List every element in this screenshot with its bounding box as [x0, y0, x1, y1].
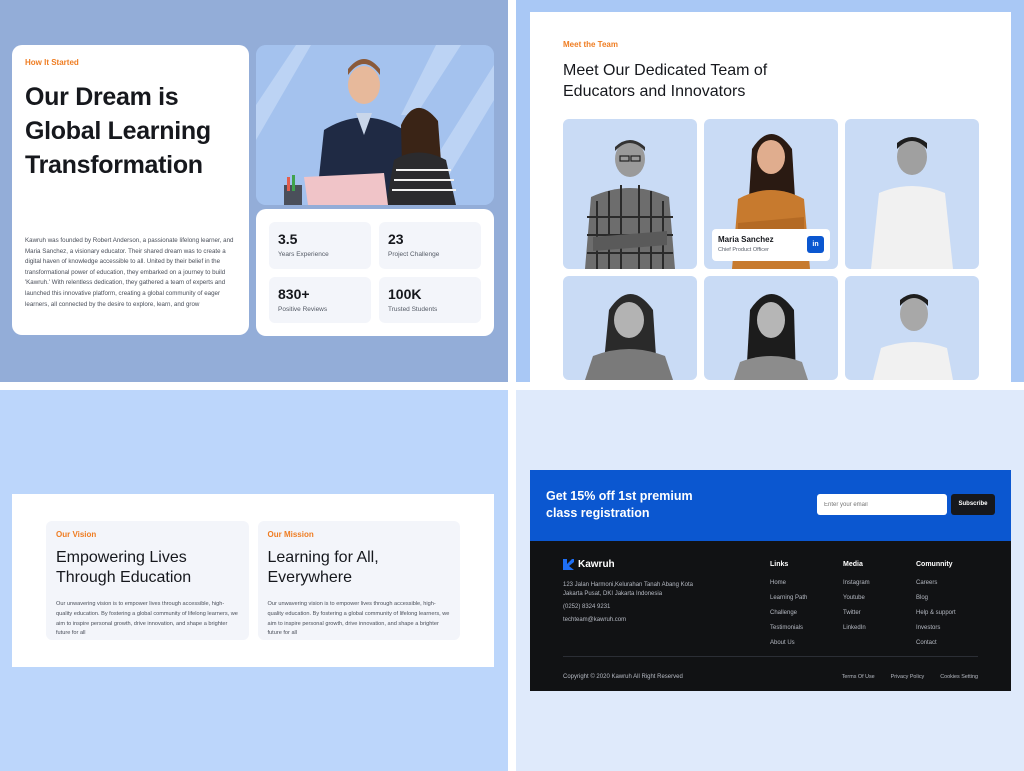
story-eyebrow: How It Started	[25, 58, 79, 67]
footer-link[interactable]: Testimonials	[770, 621, 807, 636]
promo-banner: Get 15% off 1st premium class registrati…	[530, 470, 1011, 541]
mission-block: Our Mission Learning for All, Everywhere…	[257, 521, 460, 640]
member-photo	[871, 137, 953, 269]
stat-label: Trusted Students	[388, 305, 438, 313]
stat-label: Positive Reviews	[278, 305, 328, 313]
column-heading: Links	[770, 561, 789, 568]
footer-column-links: Links Home Learning Path Challenge Testi…	[770, 561, 807, 651]
footer-email[interactable]: techteam@kawruh.com	[563, 617, 626, 623]
member-photo	[734, 294, 808, 380]
team-member-card[interactable]	[704, 276, 838, 380]
email-input[interactable]	[817, 494, 947, 515]
footer-link[interactable]: Twitter	[843, 606, 870, 621]
legal-links: Terms Of Use Privacy Policy Cookies Sett…	[842, 674, 978, 680]
stat-item: 3.5 Years Experience	[269, 222, 371, 269]
team-title: Meet Our Dedicated Team of Educators and…	[563, 62, 768, 100]
story-section: How It Started Our Dream is Global Learn…	[0, 0, 508, 382]
stat-value: 100K	[388, 285, 422, 302]
member-photo	[873, 294, 953, 380]
kawruh-logo-icon	[563, 559, 574, 570]
column-heading: Media	[843, 561, 863, 568]
team-member-card[interactable]	[845, 119, 979, 269]
footer-divider	[563, 656, 978, 657]
stat-item: 830+ Positive Reviews	[269, 276, 371, 323]
footer-link[interactable]: Investors	[916, 621, 956, 636]
footer-link[interactable]: Learning Path	[770, 591, 807, 606]
footer-address: 123 Jalan Harmoni,Kelurahan Tanah Abang …	[563, 582, 693, 598]
footer-link[interactable]: Home	[770, 576, 807, 591]
footer-section: Get 15% off 1st premium class registrati…	[516, 390, 1024, 771]
vision-mission-section: Our Vision Empowering Lives Through Educ…	[0, 390, 508, 771]
vision-block: Our Vision Empowering Lives Through Educ…	[46, 521, 249, 640]
story-title: Our Dream is Global Learning Transformat…	[25, 83, 211, 179]
team-eyebrow: Meet the Team	[563, 40, 618, 49]
stat-item: 100K Trusted Students	[379, 276, 481, 323]
mission-body: Our unwavering vision is to empower live…	[267, 601, 450, 637]
footer-link[interactable]: Challenge	[770, 606, 807, 621]
site-footer: Kawruh 123 Jalan Harmoni,Kelurahan Tanah…	[530, 541, 1011, 691]
footer-brand[interactable]: Kawruh	[563, 559, 615, 570]
footer-link[interactable]: Help & support	[916, 606, 956, 621]
team-member-card[interactable]	[563, 276, 697, 380]
footer-column-media: Media Instagram Youtube Twitter LinkedIn	[843, 561, 870, 636]
founders-illustration	[256, 45, 494, 205]
column-heading: Comunnity	[916, 561, 953, 568]
team-member-card[interactable]	[845, 276, 979, 380]
footer-link[interactable]: Instagram	[843, 576, 870, 591]
team-section: Meet the Team Meet Our Dedicated Team of…	[516, 0, 1024, 382]
stat-value: 23	[388, 231, 404, 247]
footer-link[interactable]: Careers	[916, 576, 956, 591]
vision-mission-card: Our Vision Empowering Lives Through Educ…	[12, 494, 494, 667]
member-tag: Maria Sanchez Chief Product Officer in	[712, 229, 830, 261]
founders-photo	[256, 45, 494, 205]
mission-eyebrow: Our Mission	[267, 530, 314, 539]
team-grid: Maria Sanchez Chief Product Officer in	[563, 119, 979, 380]
footer-column-community: Comunnity Careers Blog Help & support In…	[916, 561, 956, 651]
member-photo	[585, 294, 673, 380]
footer-link[interactable]: Blog	[916, 591, 956, 606]
vision-title: Empowering Lives Through Education	[56, 549, 192, 586]
brand-name: Kawruh	[578, 559, 615, 570]
footer-link[interactable]: LinkedIn	[843, 621, 870, 636]
member-photo	[585, 140, 675, 269]
subscribe-button[interactable]: Subscribe	[951, 494, 995, 515]
vision-body: Our unwavering vision is to empower live…	[56, 601, 238, 637]
promo-title: Get 15% off 1st premium class registrati…	[546, 489, 693, 520]
footer-link[interactable]: About Us	[770, 636, 807, 651]
stat-label: Years Experience	[278, 251, 329, 258]
story-body: Kawruh was founded by Robert Anderson, a…	[25, 237, 234, 308]
legal-link[interactable]: Privacy Policy	[891, 674, 925, 680]
copyright-text: Copyright © 2020 Kawruh All Right Reserv…	[563, 674, 683, 680]
team-member-card[interactable]	[563, 119, 697, 269]
legal-link[interactable]: Terms Of Use	[842, 674, 875, 680]
footer-link[interactable]: Youtube	[843, 591, 870, 606]
stat-value: 3.5	[278, 231, 298, 247]
linkedin-icon[interactable]: in	[807, 236, 824, 253]
story-card: How It Started Our Dream is Global Learn…	[12, 45, 249, 335]
footer-link[interactable]: Contact	[916, 636, 956, 651]
stat-value: 830+	[278, 285, 310, 302]
legal-link[interactable]: Cookies Setting	[940, 674, 978, 680]
stat-label: Project Challenge	[388, 251, 440, 258]
vision-eyebrow: Our Vision	[56, 530, 97, 539]
stat-item: 23 Project Challenge	[379, 222, 481, 269]
footer-phone: (0252) 8324 9231	[563, 604, 611, 610]
stats-card: 3.5 Years Experience 23 Project Challeng…	[256, 209, 494, 336]
mission-title: Learning for All, Everywhere	[267, 549, 379, 586]
team-member-card-featured[interactable]: Maria Sanchez Chief Product Officer in	[704, 119, 838, 269]
